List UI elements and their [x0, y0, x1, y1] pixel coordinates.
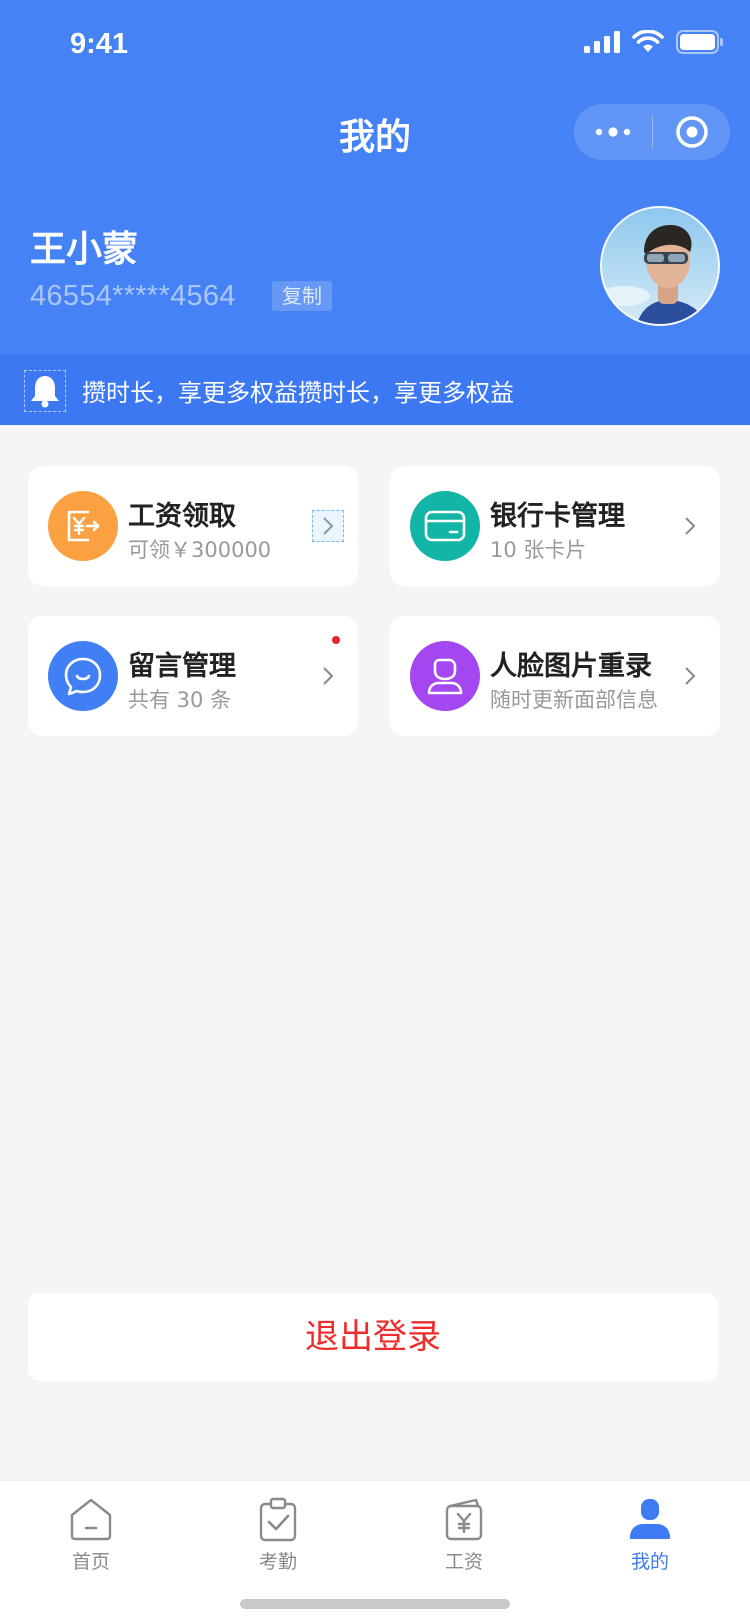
logout-button[interactable]: 退出登录: [28, 1293, 718, 1381]
status-bar: 9:41: [0, 0, 750, 88]
bell-icon-box: [24, 370, 66, 412]
home-indicator: [240, 1599, 510, 1609]
profile-person-icon: [626, 1495, 674, 1543]
bank-card-icon-circle: [410, 491, 480, 561]
message-bubble-icon: [64, 657, 102, 696]
card-message-management[interactable]: 留言管理 共有 30 条: [28, 616, 358, 736]
message-icon-circle: [48, 641, 118, 711]
card-subtitle: 可领￥300000: [128, 538, 272, 562]
card-title: 银行卡管理: [490, 501, 625, 532]
unread-dot: [332, 636, 340, 644]
battery-icon: [676, 30, 723, 54]
avatar[interactable]: [600, 206, 720, 326]
status-icons: [584, 30, 724, 54]
home-icon: [67, 1495, 115, 1543]
chevron-right-icon: [674, 510, 706, 542]
tab-attendance[interactable]: 考勤: [218, 1495, 338, 1574]
notice-text: 攒时长，享更多权益攒时长，享更多权益: [82, 379, 514, 407]
close-button[interactable]: [653, 104, 730, 160]
tab-label: 工资: [444, 1551, 483, 1573]
face-icon-circle: [410, 641, 480, 711]
bell-icon: [31, 376, 59, 408]
user-avatar-photo: [602, 208, 718, 324]
chevron-right-icon: [674, 660, 706, 692]
face-person-icon: [427, 658, 463, 695]
tab-label: 我的: [630, 1551, 669, 1573]
chevron-right-icon: [312, 660, 344, 692]
tab-salary[interactable]: 工资: [404, 1495, 524, 1574]
card-subtitle: 10 张卡片: [490, 538, 587, 562]
salary-transfer-icon: [67, 510, 100, 542]
header: 9:41 我的 王小蒙 46554*****4564 复制: [0, 0, 750, 355]
card-title: 工资领取: [128, 501, 236, 532]
card-subtitle: 共有 30 条: [128, 688, 232, 712]
notice-bar[interactable]: 攒时长，享更多权益攒时长，享更多权益: [0, 355, 750, 425]
card-subtitle: 随时更新面部信息: [490, 688, 658, 712]
bank-card-icon: [424, 510, 466, 542]
mini-program-capsule: [574, 104, 730, 160]
tab-label: 首页: [71, 1551, 110, 1573]
tab-profile[interactable]: 我的: [590, 1495, 710, 1574]
card-bank-card[interactable]: 银行卡管理 10 张卡片: [390, 466, 720, 586]
card-title: 人脸图片重录: [490, 651, 652, 682]
attendance-clipboard-icon: [254, 1495, 302, 1543]
salary-icon-circle: [48, 491, 118, 561]
copy-button[interactable]: 复制: [272, 281, 332, 311]
user-id: 46554*****4564: [30, 280, 236, 312]
record-target-icon: [675, 116, 708, 148]
user-name: 王小蒙: [30, 229, 139, 270]
more-button[interactable]: [574, 104, 652, 160]
signal-icon: [584, 31, 620, 53]
wifi-icon: [632, 30, 664, 52]
salary-wallet-icon: [440, 1495, 488, 1543]
chevron-right-icon: [312, 510, 344, 542]
card-face-reenroll[interactable]: 人脸图片重录 随时更新面部信息: [390, 616, 720, 736]
more-dots-icon: [595, 127, 631, 137]
card-salary-claim[interactable]: 工资领取 可领￥300000: [28, 466, 358, 586]
tab-label: 考勤: [258, 1551, 297, 1573]
card-title: 留言管理: [128, 651, 236, 682]
tab-home[interactable]: 首页: [31, 1495, 151, 1574]
status-time: 9:41: [70, 28, 129, 60]
